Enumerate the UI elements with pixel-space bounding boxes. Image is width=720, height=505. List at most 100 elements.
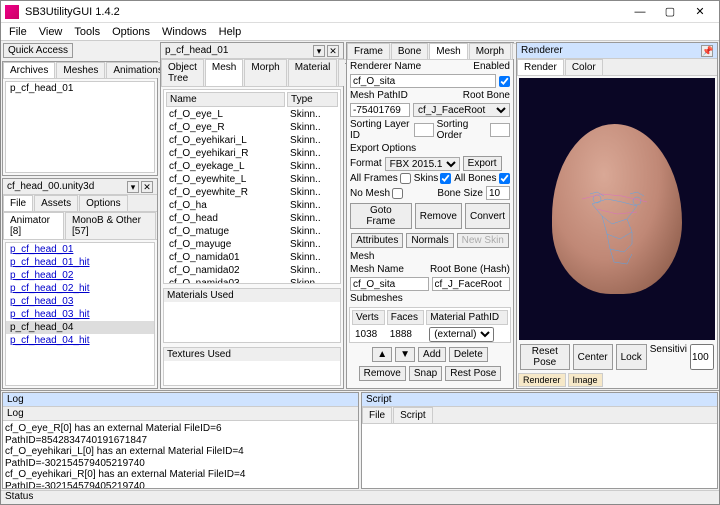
move-down-button[interactable]: ▼ (395, 347, 415, 362)
mesh-row[interactable]: cf_O_namida03Skinn.. (166, 278, 338, 284)
all-bones-checkbox[interactable] (499, 173, 510, 184)
mesh-row[interactable]: cf_O_headSkinn.. (166, 213, 338, 224)
tab-file[interactable]: File (3, 195, 33, 211)
tab-options[interactable]: Options (79, 195, 127, 211)
delete-button[interactable]: Delete (449, 347, 488, 362)
enabled-checkbox[interactable] (499, 76, 510, 87)
mesh-row[interactable]: cf_O_eyewhite_LSkinn.. (166, 174, 338, 185)
submesh-row[interactable]: 10381888(external) (352, 327, 508, 342)
rest-pose-button[interactable]: Rest Pose (445, 366, 501, 381)
panel-title: cf_head_00.unity3d (7, 181, 94, 192)
tab-material[interactable]: Material (288, 59, 338, 86)
skins-checkbox[interactable] (440, 173, 451, 184)
panel-close-icon[interactable]: ✕ (327, 45, 339, 57)
mesh-name-input[interactable] (350, 277, 429, 291)
tab-mesh2[interactable]: Mesh (429, 43, 467, 59)
tab-assets[interactable]: Assets (34, 195, 78, 211)
panel-dropdown-icon[interactable]: ▾ (127, 181, 139, 193)
asset-item[interactable]: p_cf_head_04 (6, 321, 154, 334)
bottom-tab-renderer[interactable]: Renderer (518, 373, 566, 387)
asset-item[interactable]: p_cf_head_02_hit (6, 282, 154, 295)
mesh-row[interactable]: cf_O_eyehikari_LSkinn.. (166, 135, 338, 146)
convert-button[interactable]: Convert (465, 203, 510, 229)
panel-dropdown-icon[interactable]: ▾ (313, 45, 325, 57)
remove2-button[interactable]: Remove (359, 366, 406, 381)
renderer-name-input[interactable] (350, 74, 496, 88)
tab-morph2[interactable]: Morph (469, 43, 511, 59)
mesh-row[interactable]: cf_O_eye_LSkinn.. (166, 109, 338, 120)
mesh-row[interactable]: cf_O_namida02Skinn.. (166, 265, 338, 276)
asset-item[interactable]: p_cf_head_01_hit (6, 256, 154, 269)
col-type[interactable]: Type (287, 92, 338, 107)
mesh-row[interactable]: cf_O_haSkinn.. (166, 200, 338, 211)
bottom-tab-image[interactable]: Image (568, 373, 603, 387)
script-body[interactable] (362, 424, 717, 488)
menu-help[interactable]: Help (219, 26, 242, 38)
asset-item[interactable]: p_cf_head_04_hit (6, 334, 154, 347)
sort-order-input[interactable] (490, 123, 510, 137)
subtab-animator[interactable]: Animator [8] (3, 212, 64, 239)
snap-button[interactable]: Snap (409, 366, 442, 381)
log-subtab[interactable]: Log (3, 407, 358, 421)
menu-options[interactable]: Options (112, 26, 150, 38)
tab-bone[interactable]: Bone (391, 43, 428, 59)
asset-item[interactable]: p_cf_head_03 (6, 295, 154, 308)
panel-close-icon[interactable]: ✕ (141, 181, 153, 193)
menu-file[interactable]: File (9, 26, 27, 38)
tab-meshes[interactable]: Meshes (56, 62, 105, 78)
close-button[interactable]: ✕ (685, 2, 715, 22)
log-body[interactable]: cf_O_eye_R[0] has an external Material F… (3, 421, 358, 488)
asset-item[interactable]: p_cf_head_01 (6, 243, 154, 256)
subtab-monob[interactable]: MonoB & Other [57] (65, 212, 156, 239)
quick-access-button[interactable]: Quick Access (3, 43, 73, 58)
mesh-pathid-input[interactable] (350, 103, 410, 117)
menu-tools[interactable]: Tools (74, 26, 100, 38)
sensitivity-input[interactable] (690, 344, 714, 370)
tab-object-tree[interactable]: Object Tree (161, 59, 204, 86)
add-button[interactable]: Add (418, 347, 446, 362)
renderer-pin-icon[interactable]: 📌 (701, 45, 713, 57)
asset-item[interactable]: p_cf_head_03_hit (6, 308, 154, 321)
asset-item[interactable]: p_cf_head_02 (6, 269, 154, 282)
mesh-row[interactable]: cf_O_eye_RSkinn.. (166, 122, 338, 133)
reset-pose-button[interactable]: Reset Pose (520, 344, 570, 370)
script-tab-script[interactable]: Script (393, 407, 433, 423)
no-mesh-checkbox[interactable] (392, 188, 403, 199)
mesh-row[interactable]: cf_O_matugeSkinn.. (166, 226, 338, 237)
mesh-row[interactable]: cf_O_namida01Skinn.. (166, 252, 338, 263)
col-name[interactable]: Name (166, 92, 285, 107)
renderer-viewport[interactable] (519, 78, 715, 340)
tab-archives[interactable]: Archives (3, 62, 55, 78)
tab-color[interactable]: Color (565, 59, 603, 75)
minimize-button[interactable]: — (625, 2, 655, 22)
tab-render[interactable]: Render (517, 59, 564, 75)
normals-button[interactable]: Normals (406, 233, 453, 248)
remove-button[interactable]: Remove (415, 203, 462, 229)
export-button[interactable]: Export (463, 156, 502, 171)
material-select[interactable]: (external) (429, 327, 494, 342)
menu-windows[interactable]: Windows (162, 26, 207, 38)
new-skin-button[interactable]: New Skin (457, 233, 509, 248)
script-tab-file[interactable]: File (362, 407, 392, 423)
lock-button[interactable]: Lock (616, 344, 647, 370)
move-up-button[interactable]: ▲ (372, 347, 392, 362)
all-frames-checkbox[interactable] (400, 173, 411, 184)
tab-morph[interactable]: Morph (244, 59, 286, 86)
mesh-row[interactable]: cf_O_eyehikari_RSkinn.. (166, 148, 338, 159)
bone-size-input[interactable] (486, 186, 510, 200)
menu-view[interactable]: View (39, 26, 63, 38)
mesh-row[interactable]: cf_O_mayugeSkinn.. (166, 239, 338, 250)
goto-frame-button[interactable]: Goto Frame (350, 203, 412, 229)
tab-mesh[interactable]: Mesh (205, 59, 243, 86)
center-button[interactable]: Center (573, 344, 613, 370)
format-select[interactable]: FBX 2015.1 (385, 157, 460, 171)
root-hash-input[interactable] (432, 277, 511, 291)
attributes-button[interactable]: Attributes (351, 233, 403, 248)
mesh-row[interactable]: cf_O_eyewhite_RSkinn.. (166, 187, 338, 198)
tab-frame[interactable]: Frame (347, 43, 390, 59)
sort-layer-input[interactable] (414, 123, 434, 137)
root-bone-select[interactable]: cf_J_FaceRoot (413, 103, 510, 117)
maximize-button[interactable]: ▢ (655, 2, 685, 22)
archive-item[interactable]: p_cf_head_01 (6, 82, 154, 95)
mesh-row[interactable]: cf_O_eyekage_LSkinn.. (166, 161, 338, 172)
